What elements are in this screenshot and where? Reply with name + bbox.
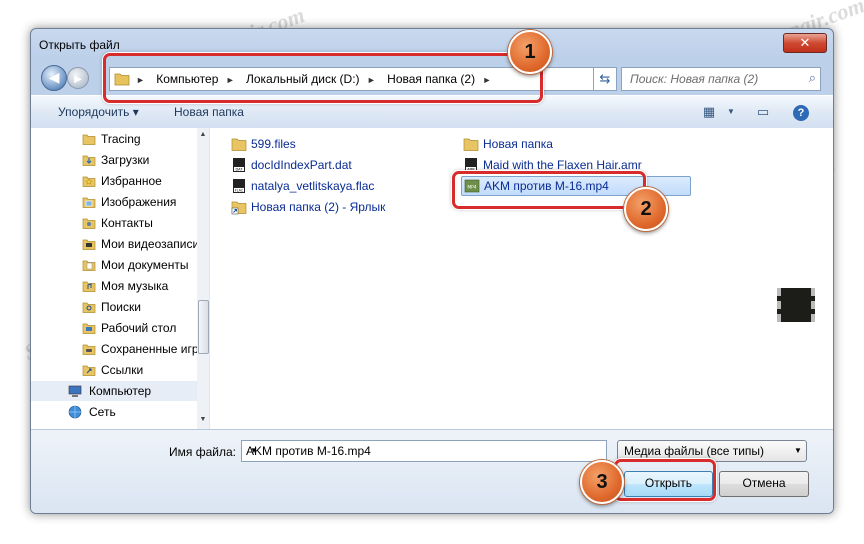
open-button-highlight	[614, 459, 716, 501]
chevron-down-icon[interactable]: ▼	[246, 441, 262, 461]
scroll-down-arrow-icon[interactable]: ▼	[197, 413, 209, 427]
filename-input[interactable]: AKM против M-16.mp4 ▼	[241, 440, 607, 462]
videos-icon	[82, 239, 96, 250]
back-arrow-icon: ◀	[48, 69, 60, 85]
saved-games-icon	[82, 344, 96, 355]
searches-icon	[82, 302, 96, 313]
search-icon: ⌕	[808, 70, 816, 85]
chevron-down-icon[interactable]: ▼	[790, 441, 806, 461]
nav-item-computer[interactable]: Компьютер	[31, 381, 197, 401]
desktop-icon	[82, 323, 96, 334]
svg-text:FLAC: FLAC	[235, 188, 244, 192]
video-thumbnail	[777, 288, 815, 322]
network-icon	[68, 405, 82, 419]
step-badge-2: 2	[624, 187, 668, 231]
selected-file-highlight	[452, 171, 646, 209]
scroll-up-arrow-icon[interactable]: ▲	[197, 128, 209, 142]
forward-button[interactable]: ▶	[67, 67, 89, 89]
nav-item-links[interactable]: Ссылки	[31, 360, 197, 380]
navigation-scrollbar[interactable]: ▲ ▼	[197, 128, 209, 429]
list-item[interactable]: 599.files	[231, 135, 371, 153]
search-input[interactable]: Поиск: Новая папка (2)	[630, 72, 758, 86]
folder-icon	[82, 134, 96, 145]
refresh-icon: ⇆	[599, 71, 611, 86]
close-button[interactable]: ✕	[783, 33, 827, 53]
search-box[interactable]: Поиск: Новая папка (2) ⌕	[621, 67, 821, 91]
nav-item-contacts[interactable]: Контакты	[31, 213, 197, 233]
dat-file-icon: DAT	[233, 158, 245, 172]
list-item[interactable]: Новая папка (2) - Ярлык	[231, 198, 421, 216]
refresh-button[interactable]: ⇆	[593, 67, 617, 91]
nav-item-network[interactable]: Сеть	[31, 402, 197, 422]
music-icon	[82, 281, 96, 292]
organize-button[interactable]: Упорядочить ▾	[58, 105, 139, 119]
list-item[interactable]: DAT docIdIndexPart.dat	[231, 156, 391, 174]
shortcut-icon	[231, 201, 247, 215]
folder-icon	[231, 138, 247, 151]
nav-item-pictures[interactable]: Изображения	[31, 192, 197, 212]
file-type-value: Медиа файлы (все типы)	[624, 444, 765, 458]
nav-item-saved-games[interactable]: Сохраненные игры	[31, 339, 197, 359]
contacts-icon	[82, 218, 96, 229]
favorites-icon	[82, 176, 96, 187]
help-icon[interactable]: ?	[791, 102, 811, 122]
folder-icon	[463, 138, 479, 151]
list-item[interactable]: FLAC natalya_vetlitskaya.flac	[231, 177, 411, 195]
nav-item-favorites[interactable]: Избранное	[31, 171, 197, 191]
cancel-button[interactable]: Отмена	[719, 471, 809, 497]
links-icon	[82, 365, 96, 376]
nav-item-documents[interactable]: Мои документы	[31, 255, 197, 275]
nav-item-searches[interactable]: Поиски	[31, 297, 197, 317]
content-area: Tracing Загрузки Избранное Изображения К…	[31, 128, 833, 429]
preview-pane-icon[interactable]: ▭	[753, 102, 773, 122]
file-list-scrollbar[interactable]	[821, 128, 833, 429]
filename-value[interactable]: AKM против M-16.mp4	[246, 444, 371, 458]
navigation-pane: Tracing Загрузки Избранное Изображения К…	[31, 128, 210, 429]
address-bar-highlight	[103, 53, 543, 103]
chevron-down-icon[interactable]: ▼	[721, 102, 741, 122]
computer-icon	[68, 385, 82, 397]
nav-item-videos[interactable]: Мои видеозаписи	[31, 234, 197, 254]
nav-item-downloads[interactable]: Загрузки	[31, 150, 197, 170]
step-badge-3: 3	[580, 460, 624, 504]
flac-file-icon: FLAC	[233, 179, 245, 193]
nav-item-desktop[interactable]: Рабочий стол	[31, 318, 197, 338]
back-button[interactable]: ◀	[41, 65, 67, 91]
nav-item-music[interactable]: Моя музыка	[31, 276, 197, 296]
svg-text:DAT: DAT	[235, 167, 243, 171]
downloads-icon	[82, 155, 96, 166]
nav-item-tracing[interactable]: Tracing	[31, 129, 197, 149]
list-item[interactable]: Новая папка	[463, 135, 603, 153]
documents-icon	[82, 260, 96, 271]
window-title: Открыть файл	[39, 38, 120, 52]
pictures-icon	[82, 197, 96, 208]
new-folder-button[interactable]: Новая папка	[174, 105, 244, 119]
view-options-icon[interactable]: ▦	[699, 102, 719, 122]
scrollbar-thumb[interactable]	[198, 300, 209, 354]
filename-label: Имя файла:	[169, 445, 236, 459]
forward-arrow-icon: ▶	[74, 74, 82, 85]
step-badge-1: 1	[508, 30, 552, 74]
